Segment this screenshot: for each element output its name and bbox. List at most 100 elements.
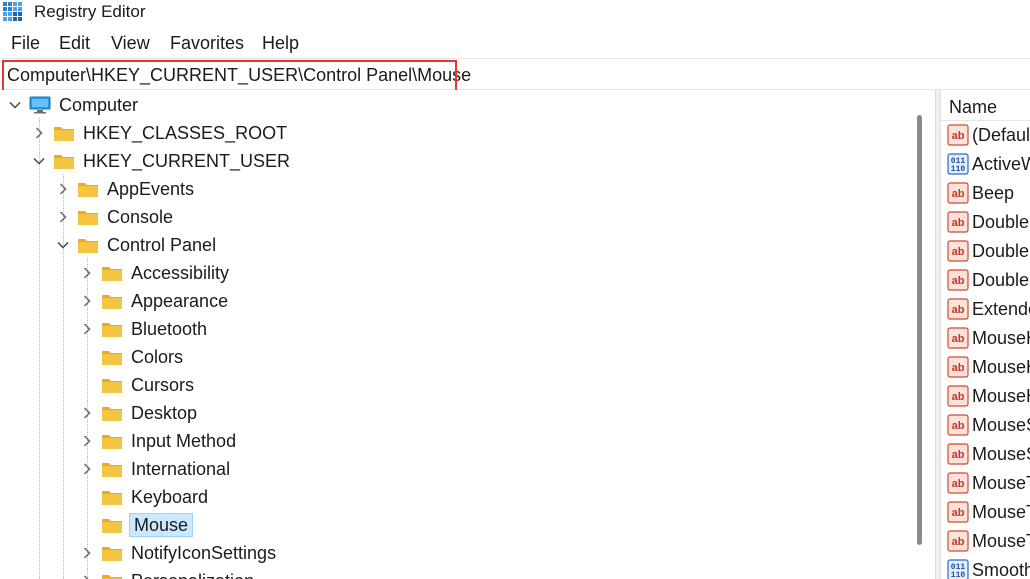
value-row[interactable]: ab ExtendedSounds (947, 295, 1030, 323)
chevron-right-icon[interactable] (80, 322, 94, 336)
value-row[interactable]: ab MouseHoverTime (947, 353, 1030, 381)
tree-item-label: AppEvents (107, 179, 195, 199)
svg-text:ab: ab (952, 420, 965, 432)
tree-item[interactable]: Colors (80, 344, 185, 370)
value-row[interactable]: 011110SmoothMouseXCurve (947, 556, 1030, 579)
value-name: DoubleClickSpeed (972, 241, 1030, 261)
svg-text:110: 110 (951, 165, 966, 174)
value-row[interactable]: ab MouseThreshold2 (947, 498, 1030, 526)
tree-item[interactable]: Personalization (80, 568, 256, 579)
value-row[interactable]: ab MouseSpeed (947, 440, 1030, 468)
value-row[interactable]: ab MouseHoverHeight (947, 324, 1030, 352)
values-pane[interactable]: Name ab(Default)011110ActiveWindowTracki… (941, 90, 1030, 579)
svg-text:110: 110 (951, 571, 966, 579)
value-row[interactable]: ab DoubleClickSpeed (947, 237, 1030, 265)
chevron-right-icon[interactable] (80, 434, 94, 448)
menu-edit[interactable]: Edit (59, 31, 90, 55)
tree-item-label: Keyboard (131, 487, 209, 507)
svg-text:ab: ab (952, 333, 965, 345)
svg-text:ab: ab (952, 304, 965, 316)
tree-item-label: NotifyIconSettings (131, 543, 277, 563)
value-row[interactable]: ab DoubleClickWidth (947, 266, 1030, 294)
menu-bar: File Edit View Favorites Help (0, 29, 1030, 56)
tree-item[interactable]: HKEY_CLASSES_ROOT (32, 120, 289, 146)
registry-editor-app-icon (3, 2, 23, 22)
folder-icon (53, 152, 75, 170)
tree-item[interactable]: Input Method (80, 428, 238, 454)
column-header-name-label: Name (949, 97, 998, 117)
value-name: MouseSensitivity (972, 415, 1030, 435)
string-value-icon: ab (947, 356, 969, 378)
tree-item[interactable]: Computer (8, 92, 140, 118)
tree-item-label: Control Panel (107, 235, 217, 255)
chevron-right-icon[interactable] (56, 182, 70, 196)
string-value-icon: ab (947, 327, 969, 349)
tree-vertical-scrollbar[interactable] (914, 90, 926, 579)
menu-view[interactable]: View (111, 31, 150, 55)
value-row[interactable]: ab DoubleClickHeight (947, 208, 1030, 236)
chevron-right-icon[interactable] (80, 574, 94, 579)
value-row[interactable]: ab MouseTrails (947, 527, 1030, 555)
value-row[interactable]: ab Beep (947, 179, 1014, 207)
chevron-right-icon[interactable] (80, 266, 94, 280)
value-name: Beep (972, 183, 1015, 203)
folder-icon (101, 460, 123, 478)
tree-item[interactable]: HKEY_CURRENT_USER (32, 148, 292, 174)
string-value-icon: ab (947, 182, 969, 204)
tree-item-label: Input Method (131, 431, 237, 451)
menu-help[interactable]: Help (262, 31, 299, 55)
value-row[interactable]: ab MouseThreshold1 (947, 469, 1030, 497)
tree-item[interactable]: Mouse (80, 512, 194, 538)
binary-value-icon: 011 110 (947, 153, 969, 175)
svg-text:ab: ab (952, 362, 965, 374)
value-name: MouseThreshold2 (972, 502, 1030, 522)
chevron-right-icon[interactable] (80, 462, 94, 476)
tree-scrollbar-thumb[interactable] (917, 115, 922, 545)
svg-text:ab: ab (952, 217, 965, 229)
chevron-right-icon[interactable] (80, 546, 94, 560)
chevron-right-icon[interactable] (32, 126, 46, 140)
tree-item[interactable]: Bluetooth (80, 316, 209, 342)
value-row[interactable]: ab MouseSensitivity (947, 411, 1030, 439)
folder-icon (77, 236, 99, 254)
key-tree-pane[interactable]: Computer HKEY_CLASSES_ROOT HKEY_CURRENT_US… (0, 90, 935, 579)
string-value-icon: ab (947, 501, 969, 523)
tree-item[interactable]: Desktop (80, 400, 199, 426)
chevron-down-icon[interactable] (8, 98, 22, 112)
tree-item[interactable]: International (80, 456, 232, 482)
tree-item-label: Computer (59, 95, 139, 115)
menu-file[interactable]: File (11, 31, 40, 55)
folder-icon (101, 572, 123, 579)
value-row[interactable]: 011110ActiveWindowTracking (947, 150, 1030, 178)
column-header-name[interactable]: Name (941, 90, 1030, 121)
string-value-icon: ab (947, 472, 969, 494)
chevron-down-icon[interactable] (56, 238, 70, 252)
tree-item[interactable]: Console (56, 204, 175, 230)
tree-item[interactable]: AppEvents (56, 176, 196, 202)
chevron-right-icon[interactable] (80, 294, 94, 308)
tree-item[interactable]: Cursors (80, 372, 196, 398)
tree-item[interactable]: Accessibility (80, 260, 231, 286)
tree-item-label: Console (107, 207, 174, 227)
menu-favorites[interactable]: Favorites (170, 31, 244, 55)
svg-text:ab: ab (952, 391, 965, 403)
value-row[interactable]: ab MouseHoverWidth (947, 382, 1030, 410)
folder-icon (101, 376, 123, 394)
tree-item[interactable]: Keyboard (80, 484, 210, 510)
value-row[interactable]: ab (Default) (947, 121, 1030, 149)
folder-icon (101, 292, 123, 310)
folder-icon (101, 264, 123, 282)
tree-guide-line (39, 118, 40, 579)
tree-item[interactable]: Appearance (80, 288, 230, 314)
chevron-right-icon[interactable] (80, 406, 94, 420)
chevron-right-icon[interactable] (56, 210, 70, 224)
chevron-down-icon[interactable] (32, 154, 46, 168)
value-name: MouseSpeed (972, 444, 1030, 464)
no-expander-spacer (80, 518, 94, 532)
tree-item-label: Bluetooth (131, 319, 208, 339)
string-value-icon: ab (947, 298, 969, 320)
svg-text:ab: ab (952, 246, 965, 258)
tree-item[interactable]: NotifyIconSettings (80, 540, 278, 566)
tree-item[interactable]: Control Panel (56, 232, 218, 258)
value-name: (Default) (972, 125, 1030, 145)
